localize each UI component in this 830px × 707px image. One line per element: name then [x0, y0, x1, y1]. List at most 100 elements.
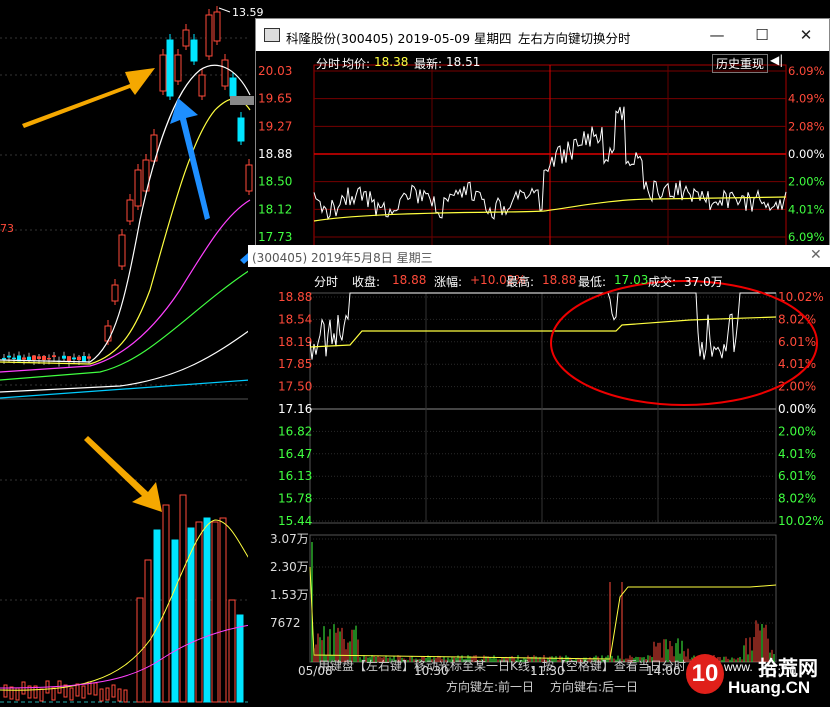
percent-tick: 6.09%	[788, 64, 825, 78]
chart-frame	[309, 292, 777, 524]
price-tick: 15.44	[278, 514, 312, 528]
volume-bar	[105, 687, 110, 701]
volume-bar	[219, 517, 227, 703]
volume-bar	[179, 494, 187, 703]
price-tick: 17.73	[258, 230, 292, 244]
ma10-line	[0, 98, 251, 365]
price-tick: 17.50	[278, 380, 312, 394]
ma120-line	[0, 379, 251, 399]
candle-body	[82, 356, 86, 362]
candle-body	[22, 357, 26, 360]
orange-arrow-icon	[84, 436, 162, 512]
intraday-window-0509[interactable]: 科隆股份(300405) 2019-05-09 星期四 左右方向键切换分时 — …	[255, 18, 830, 248]
price-level-label: 73	[0, 222, 14, 235]
candle-body	[2, 357, 6, 360]
percent-tick: 0.00%	[778, 402, 816, 416]
candle-body	[87, 356, 91, 359]
maximize-icon[interactable]: ☐	[749, 24, 775, 46]
percent-tick: 6.01%	[778, 335, 816, 349]
minimize-icon[interactable]: —	[704, 24, 730, 46]
price-tick: 17.85	[278, 357, 312, 371]
percent-tick: 4.01%	[778, 357, 816, 371]
candle-body	[72, 357, 76, 360]
percent-tick: 4.09%	[788, 92, 825, 106]
close-label: 收盘:	[352, 275, 381, 289]
change-label: 涨幅:	[434, 275, 463, 289]
header-label: 分时	[314, 275, 339, 289]
candle-body	[42, 355, 46, 361]
latest-price-label: 最新:	[414, 57, 443, 71]
volume-bar	[203, 517, 211, 703]
price-tick: 19.65	[258, 92, 292, 106]
volume-bar	[171, 539, 179, 703]
volume-label: 成交:	[648, 275, 677, 289]
watermark-url-prefix: www.	[724, 660, 753, 674]
volume-bar	[187, 527, 195, 703]
price-tick: 18.88	[278, 290, 312, 304]
candle-body	[47, 357, 51, 360]
candle-body	[174, 54, 182, 82]
price-tick: 15.78	[278, 492, 312, 506]
volume-bar	[99, 688, 104, 702]
footer-next-day: 方向键右:后一日	[550, 680, 639, 694]
volume-value: 37.0万	[684, 275, 723, 289]
price-tick: 18.19	[278, 335, 312, 349]
candle-body	[12, 357, 16, 360]
window-titlebar[interactable]: 科隆股份(300405) 2019-05-09 星期四 左右方向键切换分时 — …	[256, 19, 829, 51]
window-title: (300405) 2019年5月8日 星期三	[252, 251, 433, 265]
volume-bar	[144, 559, 152, 703]
avg-price-label: 均价:	[342, 57, 371, 71]
high-value: 18.88	[542, 273, 577, 287]
window-titlebar[interactable]: (300405) 2019年5月8日 星期三 ✕	[248, 245, 830, 267]
footer-instruction: 用键盘【左右键】移动光标至某一日K线，按【空格键】查看当日分时	[318, 659, 686, 673]
percent-tick: 2.08%	[788, 119, 825, 133]
percent-tick: 10.02%	[778, 514, 824, 528]
volume-bar	[153, 529, 161, 703]
volume-bar	[228, 599, 236, 703]
close-icon[interactable]: ✕	[793, 24, 819, 46]
candle-body	[205, 14, 213, 57]
candle-body	[32, 355, 36, 360]
volume-tick: 2.30万	[270, 560, 309, 574]
price-tick: 16.47	[278, 447, 312, 461]
close-value: 18.88	[392, 273, 427, 287]
price-tick: 18.88	[258, 147, 292, 161]
volume-bar	[111, 684, 116, 698]
watermark-site-cn: 拾荒网	[758, 656, 818, 680]
percent-tick: 2.00%	[778, 424, 816, 438]
intraday-window-0508[interactable]: (300405) 2019年5月8日 星期三 ✕ 18.88 10.02% 18.5…	[248, 245, 830, 707]
candle-body	[198, 74, 206, 97]
intraday-chart-0509[interactable]: 20.03 6.09% 19.65 4.09% 19.27 2.08% 18.88 0.00%…	[256, 51, 830, 248]
candle-body	[118, 234, 126, 267]
ma30-line	[0, 269, 251, 381]
volume-tick: 7672	[270, 616, 301, 630]
volume-bar	[195, 521, 203, 703]
volume-bar	[39, 688, 44, 702]
intraday-chart-0508[interactable]: 18.88 10.02% 18.54 8.02% 18.19 6.01% 17.85 4.01…	[248, 267, 830, 707]
candle-body	[182, 29, 190, 47]
candle-body	[67, 356, 71, 362]
history-replay-button[interactable]: 历史重现	[712, 54, 769, 73]
percent-tick: 6.09%	[788, 230, 825, 244]
volume-bar	[51, 687, 56, 701]
volume-bar	[93, 682, 98, 696]
percent-tick: 2.00%	[788, 175, 825, 189]
price-tick: 20.03	[258, 64, 292, 78]
candle-body	[159, 54, 167, 92]
candle-body	[213, 11, 221, 42]
low-value: 17.03	[614, 273, 649, 287]
volume-bar	[3, 684, 8, 698]
candle-body	[237, 117, 245, 142]
avg-price-value: 18.38	[374, 55, 409, 69]
volume-tick: 1.53万	[270, 588, 309, 602]
replay-arrow-icon[interactable]: ◀|	[770, 53, 783, 67]
volume-bar	[211, 521, 219, 703]
high-price-pointer	[218, 7, 231, 13]
ma20-line	[0, 199, 251, 373]
close-icon[interactable]: ✕	[810, 247, 822, 263]
candle-body	[104, 325, 112, 342]
price-tick: 19.27	[258, 119, 292, 133]
volume-bar	[57, 680, 62, 694]
volume-bar	[236, 614, 244, 703]
candle-body	[126, 199, 134, 222]
